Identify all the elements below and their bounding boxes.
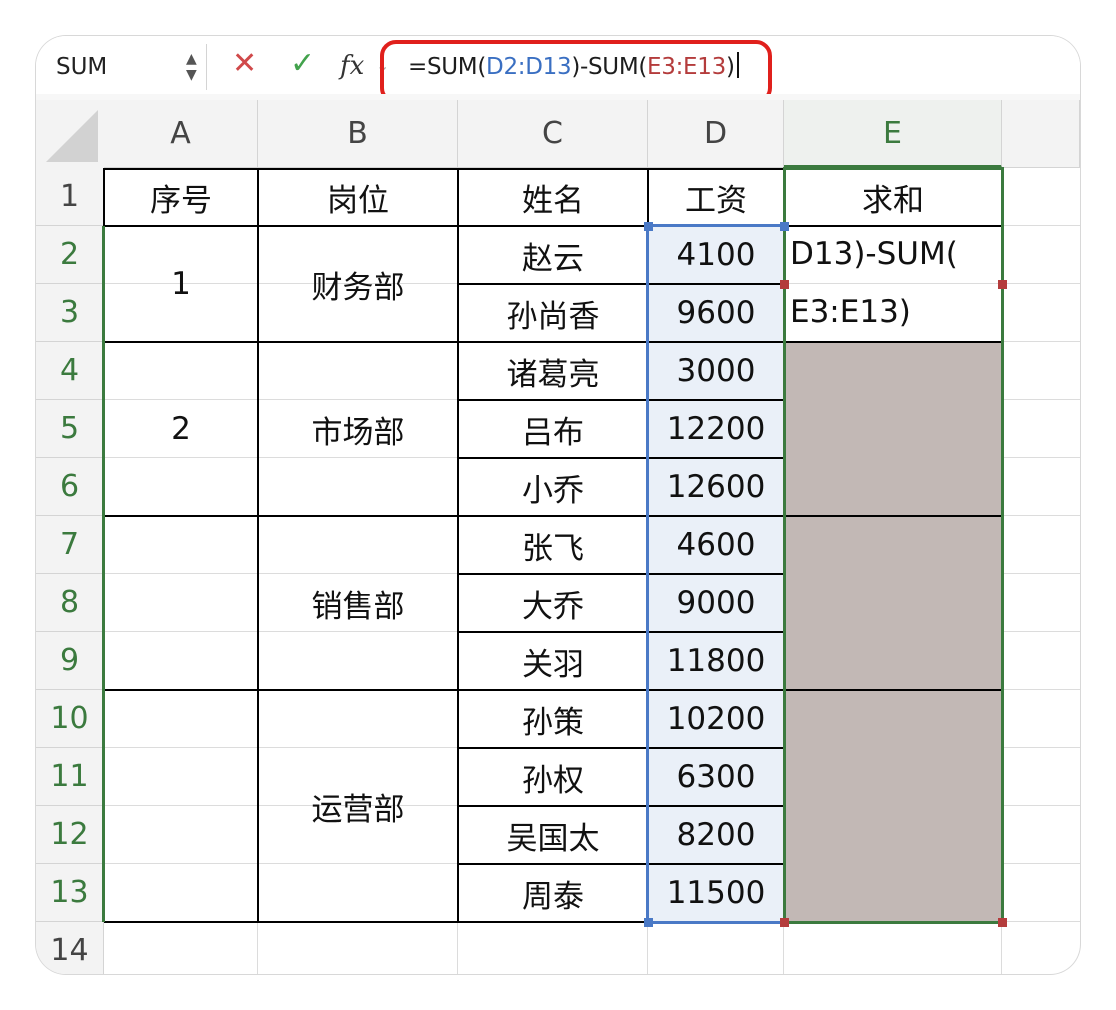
fx-icon[interactable]: fx (340, 50, 364, 82)
row-header-5[interactable]: 5 (36, 400, 104, 458)
column-header-b[interactable]: B (258, 100, 458, 168)
in-cell-formula-line2[interactable]: E3:E13) (790, 294, 911, 330)
row-header-1[interactable]: 1 (36, 168, 104, 226)
range-handle-blue[interactable] (644, 918, 653, 927)
name-cell[interactable]: 吕布 (458, 400, 648, 458)
name-cell[interactable]: 孙权 (458, 748, 648, 806)
row-range-accent (102, 226, 105, 922)
column-header-d[interactable]: D (648, 100, 784, 168)
name-cell[interactable]: 小乔 (458, 458, 648, 516)
row-header-11[interactable]: 11 (36, 748, 104, 806)
name-cell[interactable]: 周泰 (458, 864, 648, 922)
name-cell[interactable]: 大乔 (458, 574, 648, 632)
corner-triangle-icon (46, 110, 98, 162)
header-cell-d[interactable]: 工资 (648, 168, 784, 226)
seq-cell[interactable] (104, 690, 258, 922)
range-e2-e13 (783, 167, 1004, 924)
name-cell[interactable]: 赵云 (458, 226, 648, 284)
row-header-10[interactable]: 10 (36, 690, 104, 748)
name-cell[interactable]: 孙策 (458, 690, 648, 748)
range-d2-d13 (646, 224, 786, 924)
name-box-spinner-icon[interactable]: ▲ ▼ (186, 51, 197, 83)
header-cell-c[interactable]: 姓名 (458, 168, 648, 226)
cancel-icon[interactable]: ✕ (232, 48, 257, 80)
column-header-filler (1002, 100, 1080, 168)
column-header-a[interactable]: A (104, 100, 258, 168)
dept-cell[interactable]: 销售部 (258, 516, 458, 690)
range-handle-red[interactable] (998, 280, 1007, 289)
range-handle-blue[interactable] (644, 222, 653, 231)
name-cell[interactable]: 孙尚香 (458, 284, 648, 342)
range-handle-red[interactable] (780, 918, 789, 927)
name-cell[interactable]: 关羽 (458, 632, 648, 690)
row-header-8[interactable]: 8 (36, 574, 104, 632)
table-border (457, 168, 459, 922)
name-cell[interactable]: 吴国太 (458, 806, 648, 864)
in-cell-formula-line1[interactable]: D13)-SUM( (790, 236, 958, 272)
name-cell[interactable]: 诸葛亮 (458, 342, 648, 400)
seq-cell[interactable] (104, 516, 258, 690)
dept-cell[interactable]: 财务部 (258, 226, 458, 342)
worksheet-grid: A B C D E 1 2 3 4 5 6 7 8 9 10 11 12 13 14 序号 岗位 姓名 工资 求和 1 财务部 2 市… (36, 100, 1080, 974)
seq-cell[interactable]: 1 (104, 226, 258, 342)
column-header-e[interactable]: E (784, 100, 1002, 168)
row-header-2[interactable]: 2 (36, 226, 104, 284)
seq-cell[interactable]: 2 (104, 342, 258, 516)
row-header-6[interactable]: 6 (36, 458, 104, 516)
range-handle-red[interactable] (780, 280, 789, 289)
name-cell[interactable]: 张飞 (458, 516, 648, 574)
range-handle-red[interactable] (998, 918, 1007, 927)
spreadsheet-window: SUM ▲ ▼ ✕ ✓ fx ⌄ =SUM(D2:D13)-SUM(E3:E13)… (36, 36, 1080, 974)
dept-cell[interactable]: 运营部 (258, 690, 458, 922)
column-header-c[interactable]: C (458, 100, 648, 168)
row-header-13[interactable]: 13 (36, 864, 104, 922)
row-header-12[interactable]: 12 (36, 806, 104, 864)
select-all-corner[interactable] (36, 100, 105, 169)
row-header-14[interactable]: 14 (36, 922, 104, 974)
row-header-7[interactable]: 7 (36, 516, 104, 574)
name-box[interactable]: SUM ▲ ▼ (36, 44, 207, 90)
name-box-value: SUM (56, 54, 108, 80)
row-header-4[interactable]: 4 (36, 342, 104, 400)
table-border (257, 168, 259, 922)
formula-bar: SUM ▲ ▼ ✕ ✓ fx ⌄ =SUM(D2:D13)-SUM(E3:E13) (36, 36, 1080, 104)
header-cell-a[interactable]: 序号 (104, 168, 258, 226)
row-header-9[interactable]: 9 (36, 632, 104, 690)
range-handle-blue[interactable] (780, 222, 789, 231)
enter-check-icon[interactable]: ✓ (290, 48, 315, 80)
header-cell-b[interactable]: 岗位 (258, 168, 458, 226)
row-header-3[interactable]: 3 (36, 284, 104, 342)
dept-cell[interactable]: 市场部 (258, 342, 458, 516)
